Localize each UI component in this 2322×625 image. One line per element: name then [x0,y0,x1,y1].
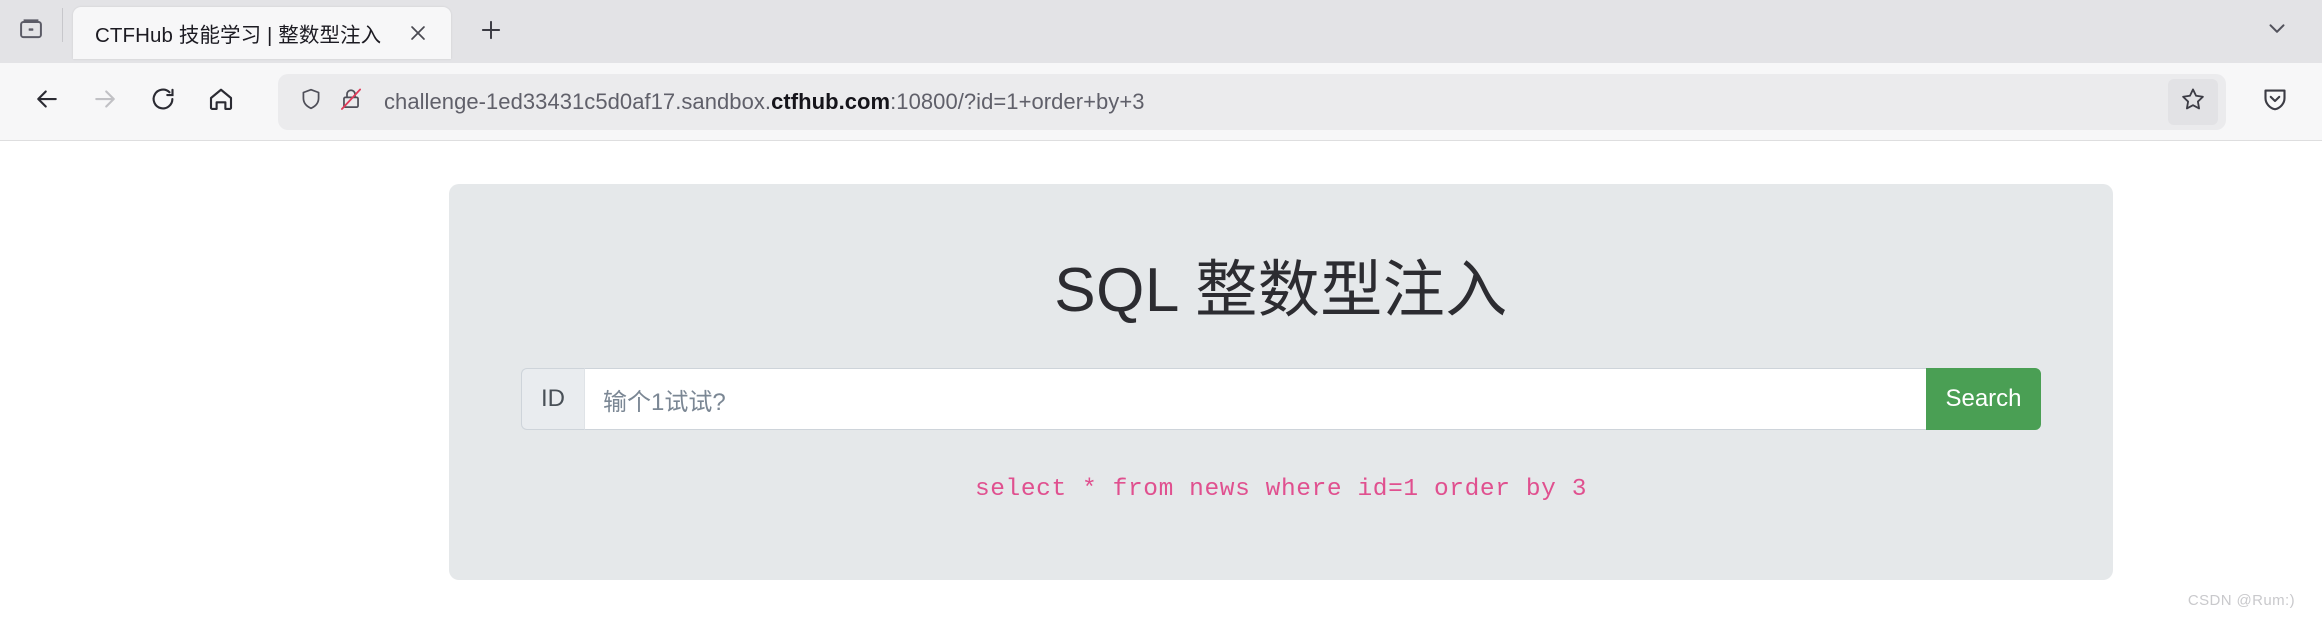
back-arrow-icon [32,84,62,119]
url-text: challenge-1ed33431c5d0af17.sandbox.ctfhu… [384,89,1145,115]
firefox-view-button[interactable] [0,0,62,63]
home-icon [206,84,236,119]
lock-crossed-icon[interactable] [338,86,364,117]
tab-strip: CTFHub 技能学习 | 整数型注入 [0,0,2322,63]
sql-query-output: select * from news where id=1 order by 3 [974,476,1588,504]
plus-icon [478,17,504,48]
page-viewport: SQL 整数型注入 ID 输个1试试? Search select * from… [0,141,2322,625]
url-domain: ctfhub.com [771,88,891,114]
id-input[interactable]: 输个1试试? [584,368,1926,431]
search-button[interactable]: Search [1926,368,2041,431]
url-suffix: :10800/?id=1+order+by+3 [890,88,1145,114]
close-icon[interactable] [399,14,437,52]
back-button[interactable] [18,73,76,131]
list-all-tabs-button[interactable] [2254,9,2300,51]
url-prefix: challenge-1ed33431c5d0af17.sandbox. [384,88,772,114]
home-button[interactable] [192,73,250,131]
tabstrip-right-controls [2254,9,2300,51]
tab-title: CTFHub 技能学习 | 整数型注入 [95,24,382,47]
reload-icon [148,84,178,119]
tabstrip-divider [62,7,63,42]
save-to-pocket-icon [2260,84,2290,119]
page-title: SQL 整数型注入 [1054,256,1508,325]
content-card: SQL 整数型注入 ID 输个1试试? Search select * from… [449,184,2113,580]
shield-icon[interactable] [298,86,324,117]
star-icon [2179,85,2207,118]
browser-tab-active[interactable]: CTFHub 技能学习 | 整数型注入 [73,7,452,59]
watermark: CSDN @Rum:) [2187,592,2295,609]
forward-button [76,73,134,131]
search-form: ID 输个1试试? Search [521,368,2041,431]
save-to-pocket-button[interactable] [2246,73,2304,131]
bookmark-button[interactable] [2168,78,2218,125]
chevron-down-icon [2264,15,2290,46]
address-bar-icons [294,86,364,117]
new-tab-button[interactable] [467,8,515,56]
reload-button[interactable] [134,73,192,131]
navigation-toolbar: challenge-1ed33431c5d0af17.sandbox.ctfhu… [0,63,2322,141]
toolbar-right-controls [2240,73,2304,131]
forward-arrow-icon [90,84,120,119]
firefox-view-icon [17,15,45,48]
browser-window: CTFHub 技能学习 | 整数型注入 challenge-1ed33431c5… [0,0,2322,625]
address-bar[interactable]: challenge-1ed33431c5d0af17.sandbox.ctfhu… [278,73,2226,130]
id-prefix-label: ID [521,368,584,431]
